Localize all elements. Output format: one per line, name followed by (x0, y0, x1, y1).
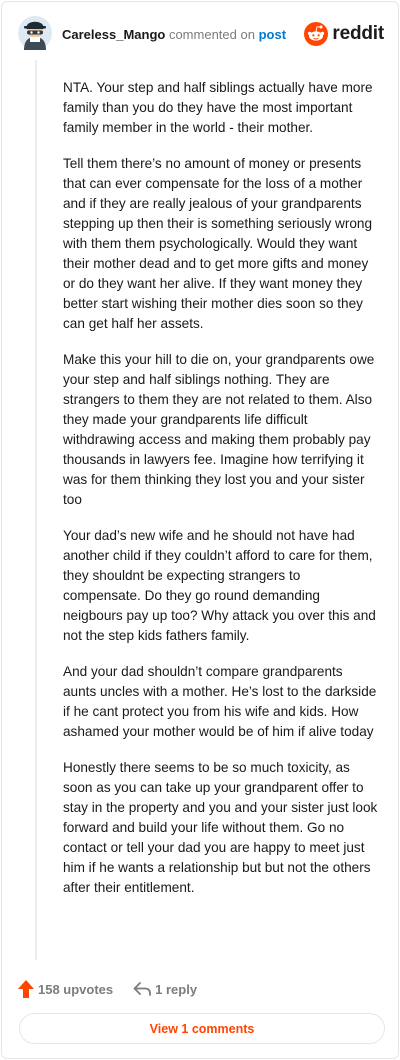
comment-paragraph: Tell them there’s no amount of money or … (63, 156, 373, 331)
upvote-count: 158 upvotes (38, 981, 114, 997)
reply-arrow-icon (133, 982, 152, 996)
commented-on-text: commented on (168, 27, 255, 42)
username-link[interactable]: Careless_Mango (62, 27, 165, 42)
reddit-alien-icon (304, 22, 329, 46)
comment-paragraph: NTA. Your step and half siblings actuall… (63, 80, 373, 135)
comment-paragraph: And your dad shouldn’t compare grandpare… (63, 664, 377, 739)
comment-paragraph: Honestly there seems to be so much toxic… (63, 760, 378, 895)
reddit-logo[interactable]: reddit (304, 20, 384, 48)
post-link[interactable]: post (259, 27, 286, 42)
comment-actions: 158 upvotes 1 reply (18, 977, 217, 1001)
comment-card: Careless_Mango commented on post reddit … (1, 1, 399, 1059)
ninja-avatar-icon[interactable] (18, 16, 52, 50)
comment-paragraph: Your dad’s new wife and he should not ha… (63, 528, 376, 643)
comment-paragraph: Make this your hill to die on, your gran… (63, 352, 375, 507)
thread-line (35, 60, 37, 960)
comment-header: Careless_Mango commented on post reddit (18, 16, 384, 52)
comment-meta: Careless_Mango commented on post (62, 27, 286, 43)
upvote-button[interactable]: 158 upvotes (18, 980, 113, 998)
brand-wordmark: reddit (332, 23, 384, 44)
upvote-arrow-icon (18, 980, 34, 998)
reply-count: 1 reply (155, 981, 198, 997)
view-comments-button[interactable]: View 1 comments (19, 1013, 385, 1044)
comment-body: NTA. Your step and half siblings actuall… (63, 78, 379, 914)
reply-button[interactable]: 1 reply (133, 981, 197, 997)
